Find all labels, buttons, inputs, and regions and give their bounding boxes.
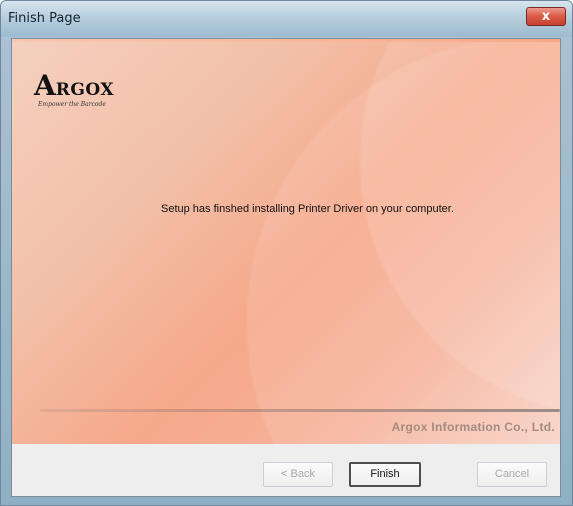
logo-slogan: Empower the Barcode: [38, 101, 106, 108]
logo-initial: A: [34, 69, 56, 102]
back-button[interactable]: < Back: [263, 462, 333, 487]
finish-button[interactable]: Finish: [349, 462, 421, 487]
cancel-button[interactable]: Cancel: [477, 462, 547, 487]
logo-wordmark: ARGOX: [34, 72, 114, 100]
finish-banner: ARGOX Empower the Barcode Setup has fins…: [12, 39, 560, 444]
installer-window: Finish Page x ARGOX Empower the Barcode …: [0, 0, 573, 506]
banner-top-line: [12, 39, 560, 42]
window-title: Finish Page: [8, 11, 81, 26]
logo-letters: RGOX: [55, 80, 115, 100]
finish-message: Setup has finshed installing Printer Dri…: [161, 203, 454, 215]
company-name: Argox Information Co., Ltd.: [391, 420, 555, 434]
banner-divider: [40, 409, 560, 412]
argox-logo: ARGOX Empower the Barcode: [34, 72, 144, 114]
close-button[interactable]: x: [526, 7, 566, 26]
wizard-panel: ARGOX Empower the Barcode Setup has fins…: [11, 38, 561, 497]
button-row: < Back Finish Cancel: [12, 444, 560, 496]
title-bar: Finish Page x: [1, 1, 572, 37]
